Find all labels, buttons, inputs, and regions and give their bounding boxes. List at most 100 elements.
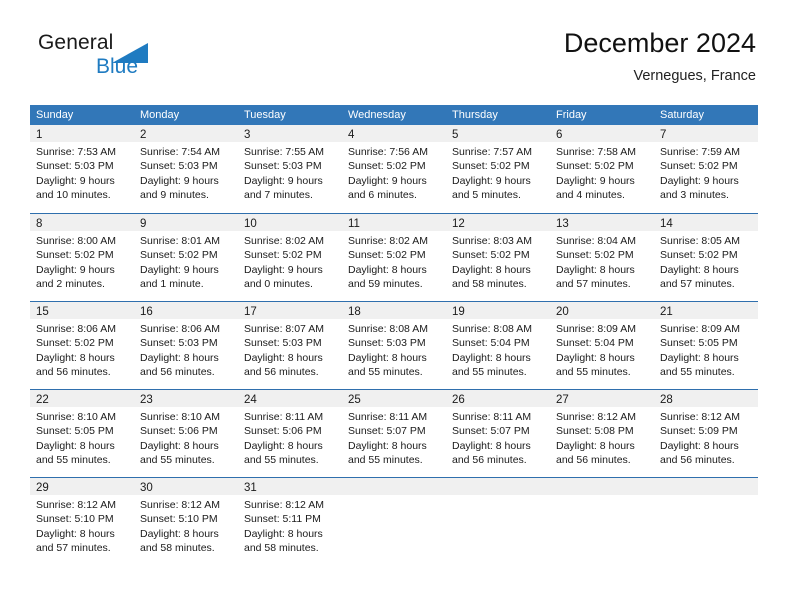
day-number: 7 bbox=[660, 129, 667, 141]
day-cell[interactable]: 16 Sunrise: 8:06 AM Sunset: 5:03 PM Dayl… bbox=[134, 302, 238, 389]
day-cell[interactable]: 13 Sunrise: 8:04 AM Sunset: 5:02 PM Dayl… bbox=[550, 214, 654, 301]
day-cell[interactable]: 27 Sunrise: 8:12 AM Sunset: 5:08 PM Dayl… bbox=[550, 390, 654, 477]
sunrise-text: Sunrise: 8:08 AM bbox=[348, 323, 428, 335]
sunrise-text: Sunrise: 7:54 AM bbox=[140, 146, 220, 158]
day-cell[interactable]: 26 Sunrise: 8:11 AM Sunset: 5:07 PM Dayl… bbox=[446, 390, 550, 477]
day-number-band bbox=[446, 478, 550, 495]
day-number-band: 29 bbox=[30, 478, 134, 495]
day-number-band: 22 bbox=[30, 390, 134, 407]
sunrise-text: Sunrise: 8:09 AM bbox=[556, 323, 636, 335]
day-cell[interactable]: 25 Sunrise: 8:11 AM Sunset: 5:07 PM Dayl… bbox=[342, 390, 446, 477]
day-cell[interactable]: 15 Sunrise: 8:06 AM Sunset: 5:02 PM Dayl… bbox=[30, 302, 134, 389]
daylight-text-line2: and 4 minutes. bbox=[556, 188, 625, 201]
sunset-text: Sunset: 5:03 PM bbox=[348, 337, 426, 350]
day-cell[interactable]: 30 Sunrise: 8:12 AM Sunset: 5:10 PM Dayl… bbox=[134, 478, 238, 565]
daylight-text-line1: Daylight: 8 hours bbox=[140, 351, 219, 364]
page-title: December 2024 bbox=[563, 28, 756, 58]
daylight-text-line2: and 58 minutes. bbox=[140, 541, 215, 554]
day-cell[interactable]: 22 Sunrise: 8:10 AM Sunset: 5:05 PM Dayl… bbox=[30, 390, 134, 477]
day-details: Sunrise: 8:12 AM Sunset: 5:11 PM Dayligh… bbox=[238, 495, 342, 555]
day-cell[interactable]: 2 Sunrise: 7:54 AM Sunset: 5:03 PM Dayli… bbox=[134, 125, 238, 213]
day-number: 17 bbox=[244, 306, 257, 318]
daylight-text-line1: Daylight: 8 hours bbox=[556, 351, 635, 364]
day-number: 8 bbox=[36, 218, 43, 230]
sunset-text: Sunset: 5:02 PM bbox=[452, 249, 530, 262]
day-cell[interactable]: 11 Sunrise: 8:02 AM Sunset: 5:02 PM Dayl… bbox=[342, 214, 446, 301]
day-number-band: 23 bbox=[134, 390, 238, 407]
sunset-text: Sunset: 5:03 PM bbox=[244, 337, 322, 350]
daylight-text-line1: Daylight: 9 hours bbox=[36, 263, 115, 276]
day-cell[interactable]: 29 Sunrise: 8:12 AM Sunset: 5:10 PM Dayl… bbox=[30, 478, 134, 565]
daylight-text-line2: and 58 minutes. bbox=[452, 277, 527, 290]
day-cell-empty bbox=[342, 478, 446, 565]
day-number-band: 15 bbox=[30, 302, 134, 319]
sunrise-text: Sunrise: 8:02 AM bbox=[348, 235, 428, 247]
daylight-text-line1: Daylight: 8 hours bbox=[36, 527, 115, 540]
day-cell[interactable]: 20 Sunrise: 8:09 AM Sunset: 5:04 PM Dayl… bbox=[550, 302, 654, 389]
sunrise-text: Sunrise: 8:08 AM bbox=[452, 323, 532, 335]
day-cell[interactable]: 8 Sunrise: 8:00 AM Sunset: 5:02 PM Dayli… bbox=[30, 214, 134, 301]
day-number-band: 30 bbox=[134, 478, 238, 495]
brand-logo[interactable]: General Blue bbox=[38, 30, 218, 92]
day-cell[interactable]: 31 Sunrise: 8:12 AM Sunset: 5:11 PM Dayl… bbox=[238, 478, 342, 565]
day-cell[interactable]: 7 Sunrise: 7:59 AM Sunset: 5:02 PM Dayli… bbox=[654, 125, 758, 213]
day-details: Sunrise: 7:53 AM Sunset: 5:03 PM Dayligh… bbox=[30, 142, 134, 202]
day-cell[interactable]: 5 Sunrise: 7:57 AM Sunset: 5:02 PM Dayli… bbox=[446, 125, 550, 213]
day-cell[interactable]: 14 Sunrise: 8:05 AM Sunset: 5:02 PM Dayl… bbox=[654, 214, 758, 301]
day-number-band: 26 bbox=[446, 390, 550, 407]
sunset-text: Sunset: 5:10 PM bbox=[140, 513, 218, 526]
day-cell-empty bbox=[654, 478, 758, 565]
sunrise-text: Sunrise: 8:10 AM bbox=[140, 411, 220, 423]
day-number-band: 16 bbox=[134, 302, 238, 319]
calendar-page: General Blue December 2024 Vernegues, Fr… bbox=[0, 0, 792, 612]
day-number: 3 bbox=[244, 129, 251, 141]
day-number-band: 4 bbox=[342, 125, 446, 142]
day-cell[interactable]: 21 Sunrise: 8:09 AM Sunset: 5:05 PM Dayl… bbox=[654, 302, 758, 389]
day-number-band: 24 bbox=[238, 390, 342, 407]
daylight-text-line1: Daylight: 8 hours bbox=[140, 439, 219, 452]
sunrise-text: Sunrise: 7:58 AM bbox=[556, 146, 636, 158]
daylight-text-line1: Daylight: 8 hours bbox=[452, 351, 531, 364]
day-cell[interactable]: 10 Sunrise: 8:02 AM Sunset: 5:02 PM Dayl… bbox=[238, 214, 342, 301]
daylight-text-line2: and 56 minutes. bbox=[140, 365, 215, 378]
title-block: December 2024 Vernegues, France bbox=[564, 26, 756, 87]
day-details bbox=[550, 495, 654, 498]
day-details: Sunrise: 8:09 AM Sunset: 5:04 PM Dayligh… bbox=[550, 319, 654, 379]
day-cell[interactable]: 9 Sunrise: 8:01 AM Sunset: 5:02 PM Dayli… bbox=[134, 214, 238, 301]
sunrise-text: Sunrise: 7:59 AM bbox=[660, 146, 740, 158]
day-number: 19 bbox=[452, 306, 465, 318]
day-number-band: 28 bbox=[654, 390, 758, 407]
daylight-text-line1: Daylight: 8 hours bbox=[660, 351, 739, 364]
day-cell[interactable]: 12 Sunrise: 8:03 AM Sunset: 5:02 PM Dayl… bbox=[446, 214, 550, 301]
day-cell[interactable]: 3 Sunrise: 7:55 AM Sunset: 5:03 PM Dayli… bbox=[238, 125, 342, 213]
daylight-text-line2: and 9 minutes. bbox=[140, 188, 209, 201]
day-cell[interactable]: 17 Sunrise: 8:07 AM Sunset: 5:03 PM Dayl… bbox=[238, 302, 342, 389]
day-cell[interactable]: 4 Sunrise: 7:56 AM Sunset: 5:02 PM Dayli… bbox=[342, 125, 446, 213]
daylight-text-line1: Daylight: 9 hours bbox=[140, 174, 219, 187]
sunset-text: Sunset: 5:11 PM bbox=[244, 513, 321, 526]
sunset-text: Sunset: 5:08 PM bbox=[556, 425, 634, 438]
day-cell[interactable]: 24 Sunrise: 8:11 AM Sunset: 5:06 PM Dayl… bbox=[238, 390, 342, 477]
day-details: Sunrise: 7:57 AM Sunset: 5:02 PM Dayligh… bbox=[446, 142, 550, 202]
sunrise-text: Sunrise: 8:12 AM bbox=[140, 499, 220, 511]
day-number-band: 11 bbox=[342, 214, 446, 231]
sunrise-text: Sunrise: 8:00 AM bbox=[36, 235, 116, 247]
day-number: 26 bbox=[452, 394, 465, 406]
day-cell[interactable]: 19 Sunrise: 8:08 AM Sunset: 5:04 PM Dayl… bbox=[446, 302, 550, 389]
day-number: 20 bbox=[556, 306, 569, 318]
day-number: 2 bbox=[140, 129, 147, 141]
day-number-band: 27 bbox=[550, 390, 654, 407]
day-cell[interactable]: 28 Sunrise: 8:12 AM Sunset: 5:09 PM Dayl… bbox=[654, 390, 758, 477]
day-cell[interactable]: 6 Sunrise: 7:58 AM Sunset: 5:02 PM Dayli… bbox=[550, 125, 654, 213]
weekday-header-saturday: Saturday bbox=[660, 109, 705, 121]
day-cell[interactable]: 1 Sunrise: 7:53 AM Sunset: 5:03 PM Dayli… bbox=[30, 125, 134, 213]
daylight-text-line2: and 56 minutes. bbox=[36, 365, 111, 378]
daylight-text-line2: and 0 minutes. bbox=[244, 277, 313, 290]
day-cell[interactable]: 18 Sunrise: 8:08 AM Sunset: 5:03 PM Dayl… bbox=[342, 302, 446, 389]
day-number: 9 bbox=[140, 218, 147, 230]
daylight-text-line2: and 56 minutes. bbox=[452, 453, 527, 466]
day-details: Sunrise: 7:58 AM Sunset: 5:02 PM Dayligh… bbox=[550, 142, 654, 202]
daylight-text-line2: and 56 minutes. bbox=[244, 365, 319, 378]
day-cell[interactable]: 23 Sunrise: 8:10 AM Sunset: 5:06 PM Dayl… bbox=[134, 390, 238, 477]
sunrise-text: Sunrise: 8:02 AM bbox=[244, 235, 324, 247]
